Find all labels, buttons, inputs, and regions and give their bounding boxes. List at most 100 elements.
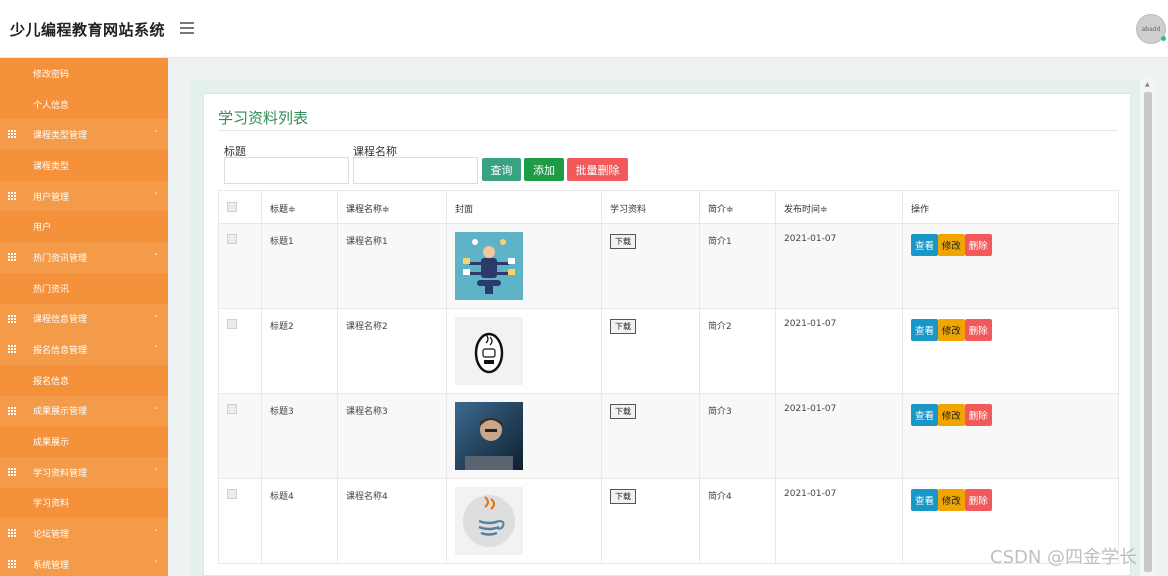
materials-table: 标题≑ 课程名称≑ 封面 学习资料 简介≑ 发布时间≑ 操作 标题1 课程名称1 下…: [218, 190, 1119, 564]
grid-icon: [8, 467, 16, 476]
cell-title: 标题4: [261, 478, 338, 564]
sidebar-item[interactable]: 学习资料: [0, 487, 168, 519]
sidebar-item-label: 论坛管理: [33, 530, 70, 541]
title-search-input[interactable]: [224, 157, 349, 184]
edit-button[interactable]: 修改: [937, 404, 965, 426]
sidebar-item[interactable]: 课程类型: [0, 150, 168, 181]
col-publish-time[interactable]: 发布时间≑: [775, 190, 903, 224]
sidebar-item-label: 课程信息管理: [33, 315, 88, 326]
table-row: 标题3 课程名称3 下载 简介3 2021-01-07 查看 修改 删除: [218, 393, 1119, 479]
row-select-cell[interactable]: [218, 223, 262, 309]
sidebar-item-label: 学习资料: [33, 499, 70, 510]
cell-intro: 简介1: [699, 223, 776, 309]
delete-button[interactable]: 删除: [964, 404, 992, 426]
view-button[interactable]: 查看: [911, 234, 939, 256]
grid-icon: [8, 529, 16, 538]
sidebar-item[interactable]: 报名信息: [0, 364, 168, 396]
delete-button[interactable]: 删除: [964, 489, 992, 511]
col-material: 学习资料: [601, 190, 700, 224]
download-button[interactable]: 下载: [610, 234, 636, 249]
scrollbar[interactable]: ▲: [1140, 78, 1156, 576]
grid-icon: [8, 253, 16, 262]
batch-delete-button[interactable]: 批量删除: [567, 158, 628, 181]
sidebar-group[interactable]: 热门资讯管理 ˄: [0, 242, 168, 273]
chevron-icon: ˄: [154, 406, 159, 415]
col-course-name[interactable]: 课程名称≑: [337, 190, 447, 224]
view-button[interactable]: 查看: [911, 319, 939, 341]
scroll-thumb[interactable]: [1144, 92, 1152, 572]
sidebar-item[interactable]: 个人信息: [0, 88, 168, 120]
grid-icon: [8, 191, 16, 200]
sidebar-item-label: 修改密码: [33, 69, 70, 80]
sidebar-item-label: 成果展示: [33, 438, 70, 449]
row-select-cell[interactable]: [218, 478, 262, 564]
delete-button[interactable]: 删除: [964, 319, 992, 341]
grid-icon: [8, 314, 16, 323]
grid-icon: [8, 406, 16, 415]
sidebar-group[interactable]: 成果展示管理 ˄: [0, 395, 168, 427]
grid-icon: [8, 345, 16, 354]
edit-button[interactable]: 修改: [937, 319, 965, 341]
cell-publish-time: 2021-01-07: [775, 393, 903, 479]
col-intro[interactable]: 简介≑: [699, 190, 776, 224]
sidebar-item-label: 成果展示管理: [33, 407, 88, 418]
row-checkbox[interactable]: [227, 404, 237, 414]
row-checkbox[interactable]: [227, 234, 237, 244]
sidebar-group[interactable]: 学习资料管理 ˄: [0, 456, 168, 488]
download-button[interactable]: 下载: [610, 489, 636, 504]
delete-button[interactable]: 删除: [964, 234, 992, 256]
cell-actions: 查看 修改 删除: [902, 308, 1119, 394]
top-bar: 少儿编程教育网站系统 abadd: [0, 0, 1168, 58]
cell-course-name: 课程名称2: [337, 308, 447, 394]
menu-toggle-icon[interactable]: [180, 22, 194, 34]
sidebar-group[interactable]: 课程类型管理 ˄: [0, 119, 168, 151]
course-name-search-input[interactable]: [353, 157, 478, 184]
download-button[interactable]: 下载: [610, 319, 636, 334]
sidebar-item-label: 课程类型: [33, 161, 70, 172]
add-button[interactable]: 添加: [524, 158, 564, 181]
online-status-dot: [1161, 36, 1166, 41]
row-select-cell[interactable]: [218, 393, 262, 479]
cell-cover: [446, 223, 602, 309]
sidebar-item[interactable]: 修改密码: [0, 58, 168, 89]
sidebar-item-label: 课程类型管理: [33, 131, 88, 142]
cell-course-name: 课程名称3: [337, 393, 447, 479]
row-select-cell[interactable]: [218, 308, 262, 394]
search-button[interactable]: 查询: [482, 158, 521, 181]
select-all-cell[interactable]: [218, 190, 262, 224]
edit-button[interactable]: 修改: [937, 234, 965, 256]
sidebar-item[interactable]: 用户: [0, 211, 168, 243]
cell-intro: 简介3: [699, 393, 776, 479]
chevron-icon: ˄: [154, 314, 159, 323]
sidebar-group[interactable]: 课程信息管理 ˄: [0, 303, 168, 335]
col-actions: 操作: [902, 190, 1119, 224]
download-button[interactable]: 下载: [610, 404, 636, 419]
panel-title: 学习资料列表: [218, 109, 309, 127]
sidebar-group[interactable]: 论坛管理 ˄: [0, 518, 168, 549]
cell-actions: 查看 修改 删除: [902, 223, 1119, 309]
sidebar-group[interactable]: 系统管理 ˄: [0, 549, 168, 576]
view-button[interactable]: 查看: [911, 489, 939, 511]
edit-button[interactable]: 修改: [937, 489, 965, 511]
cell-course-name: 课程名称1: [337, 223, 447, 309]
select-all-checkbox[interactable]: [227, 202, 237, 212]
col-title[interactable]: 标题≑: [261, 190, 338, 224]
sidebar: 修改密码 个人信息 课程类型管理 ˄ 课程类型 用户管理 ˄ 用户 热门资讯管理 ˄ 热门资讯 课程信…: [0, 58, 168, 576]
sidebar-item[interactable]: 热门资讯: [0, 272, 168, 304]
col-cover: 封面: [446, 190, 602, 224]
grid-icon: [8, 130, 16, 139]
row-checkbox[interactable]: [227, 319, 237, 329]
table-row: 标题1 课程名称1 下载 简介1 2021-01-07 查看 修改 删除: [218, 223, 1119, 309]
sidebar-group[interactable]: 报名信息管理 ˄: [0, 334, 168, 365]
table-header-row: 标题≑ 课程名称≑ 封面 学习资料 简介≑ 发布时间≑ 操作: [218, 190, 1119, 224]
cell-cover: [446, 308, 602, 394]
sidebar-group[interactable]: 用户管理 ˄: [0, 180, 168, 212]
app-title: 少儿编程教育网站系统: [10, 21, 166, 39]
scroll-up-icon[interactable]: ▲: [1145, 81, 1150, 88]
sidebar-item-label: 用户: [33, 223, 52, 234]
avatar[interactable]: abadd: [1136, 14, 1166, 44]
sidebar-item[interactable]: 成果展示: [0, 426, 168, 457]
view-button[interactable]: 查看: [911, 404, 939, 426]
cover-image: [455, 317, 593, 385]
row-checkbox[interactable]: [227, 489, 237, 499]
